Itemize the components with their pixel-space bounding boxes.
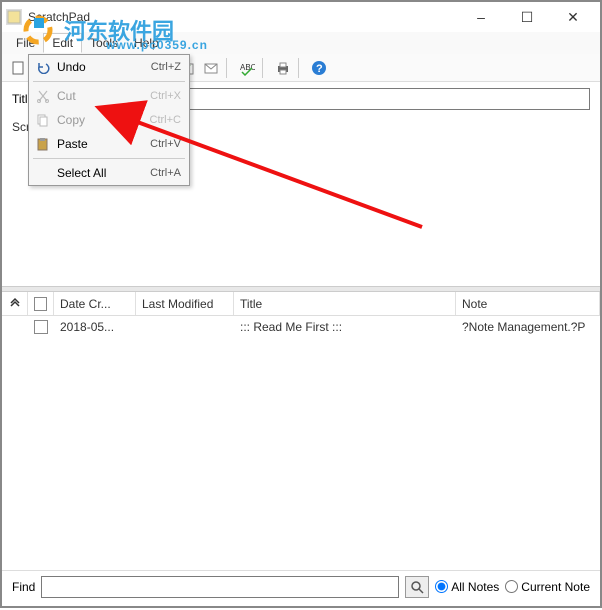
column-header-row: Date Cr... Last Modified Title Note	[2, 292, 600, 316]
find-button[interactable]	[405, 576, 429, 598]
note-list: Date Cr... Last Modified Title Note 2018…	[2, 292, 600, 542]
new-note-icon[interactable]	[8, 57, 30, 79]
table-row[interactable]: 2018-05... ::: Read Me First ::: ?Note M…	[2, 316, 600, 338]
cut-icon	[33, 88, 53, 104]
menu-paste[interactable]: Paste Ctrl+V	[29, 132, 189, 156]
search-icon	[410, 580, 424, 594]
svg-text:?: ?	[316, 63, 323, 75]
close-button[interactable]: ✕	[550, 3, 596, 31]
copy-icon	[33, 112, 53, 128]
menu-undo[interactable]: Undo Ctrl+Z	[29, 55, 189, 79]
menu-tools[interactable]: Tools	[82, 34, 126, 52]
menu-edit[interactable]: Edit	[43, 33, 82, 53]
column-checkbox[interactable]	[28, 292, 54, 315]
menu-cut: Cut Ctrl+X	[29, 84, 189, 108]
find-bar: Find All Notes Current Note	[2, 570, 600, 602]
menu-select-all[interactable]: Select All Ctrl+A	[29, 161, 189, 185]
radio-current-note[interactable]: Current Note	[505, 580, 590, 594]
row-date: 2018-05...	[54, 318, 136, 336]
column-modified[interactable]: Last Modified	[136, 292, 234, 315]
spellcheck-icon[interactable]: ABC	[236, 57, 258, 79]
column-title[interactable]: Title	[234, 292, 456, 315]
separator-icon	[298, 58, 304, 78]
column-date[interactable]: Date Cr...	[54, 292, 136, 315]
find-input[interactable]	[41, 576, 399, 598]
menu-help[interactable]: Help	[126, 34, 167, 52]
menubar: File Edit Tools Help	[2, 32, 600, 54]
paste-icon	[33, 136, 53, 152]
find-label: Find	[12, 580, 35, 594]
menu-separator	[33, 158, 185, 159]
svg-text:ABC: ABC	[240, 63, 255, 72]
print-icon[interactable]	[272, 57, 294, 79]
maximize-button[interactable]: ☐	[504, 3, 550, 31]
app-icon	[6, 9, 22, 25]
list-body[interactable]: 2018-05... ::: Read Me First ::: ?Note M…	[2, 316, 600, 542]
undo-icon	[33, 59, 53, 75]
separator-icon	[262, 58, 268, 78]
menu-file[interactable]: File	[8, 34, 43, 52]
row-note: ?Note Management.?P	[456, 318, 600, 336]
row-checkbox[interactable]	[34, 320, 48, 334]
radio-all-notes[interactable]: All Notes	[435, 580, 499, 594]
separator-icon	[226, 58, 232, 78]
edit-menu-dropdown: Undo Ctrl+Z Cut Ctrl+X Copy Ctrl+C Paste…	[28, 54, 190, 186]
window-title: ScratchPad	[28, 10, 458, 24]
menu-copy: Copy Ctrl+C	[29, 108, 189, 132]
column-sort-icon[interactable]	[2, 292, 28, 315]
titlebar: ScratchPad – ☐ ✕	[2, 2, 600, 32]
row-title: ::: Read Me First :::	[234, 318, 456, 336]
row-modified	[136, 325, 234, 329]
column-note[interactable]: Note	[456, 292, 600, 315]
minimize-button[interactable]: –	[458, 3, 504, 31]
mail-icon[interactable]	[200, 57, 222, 79]
help-icon[interactable]: ?	[308, 57, 330, 79]
menu-separator	[33, 81, 185, 82]
